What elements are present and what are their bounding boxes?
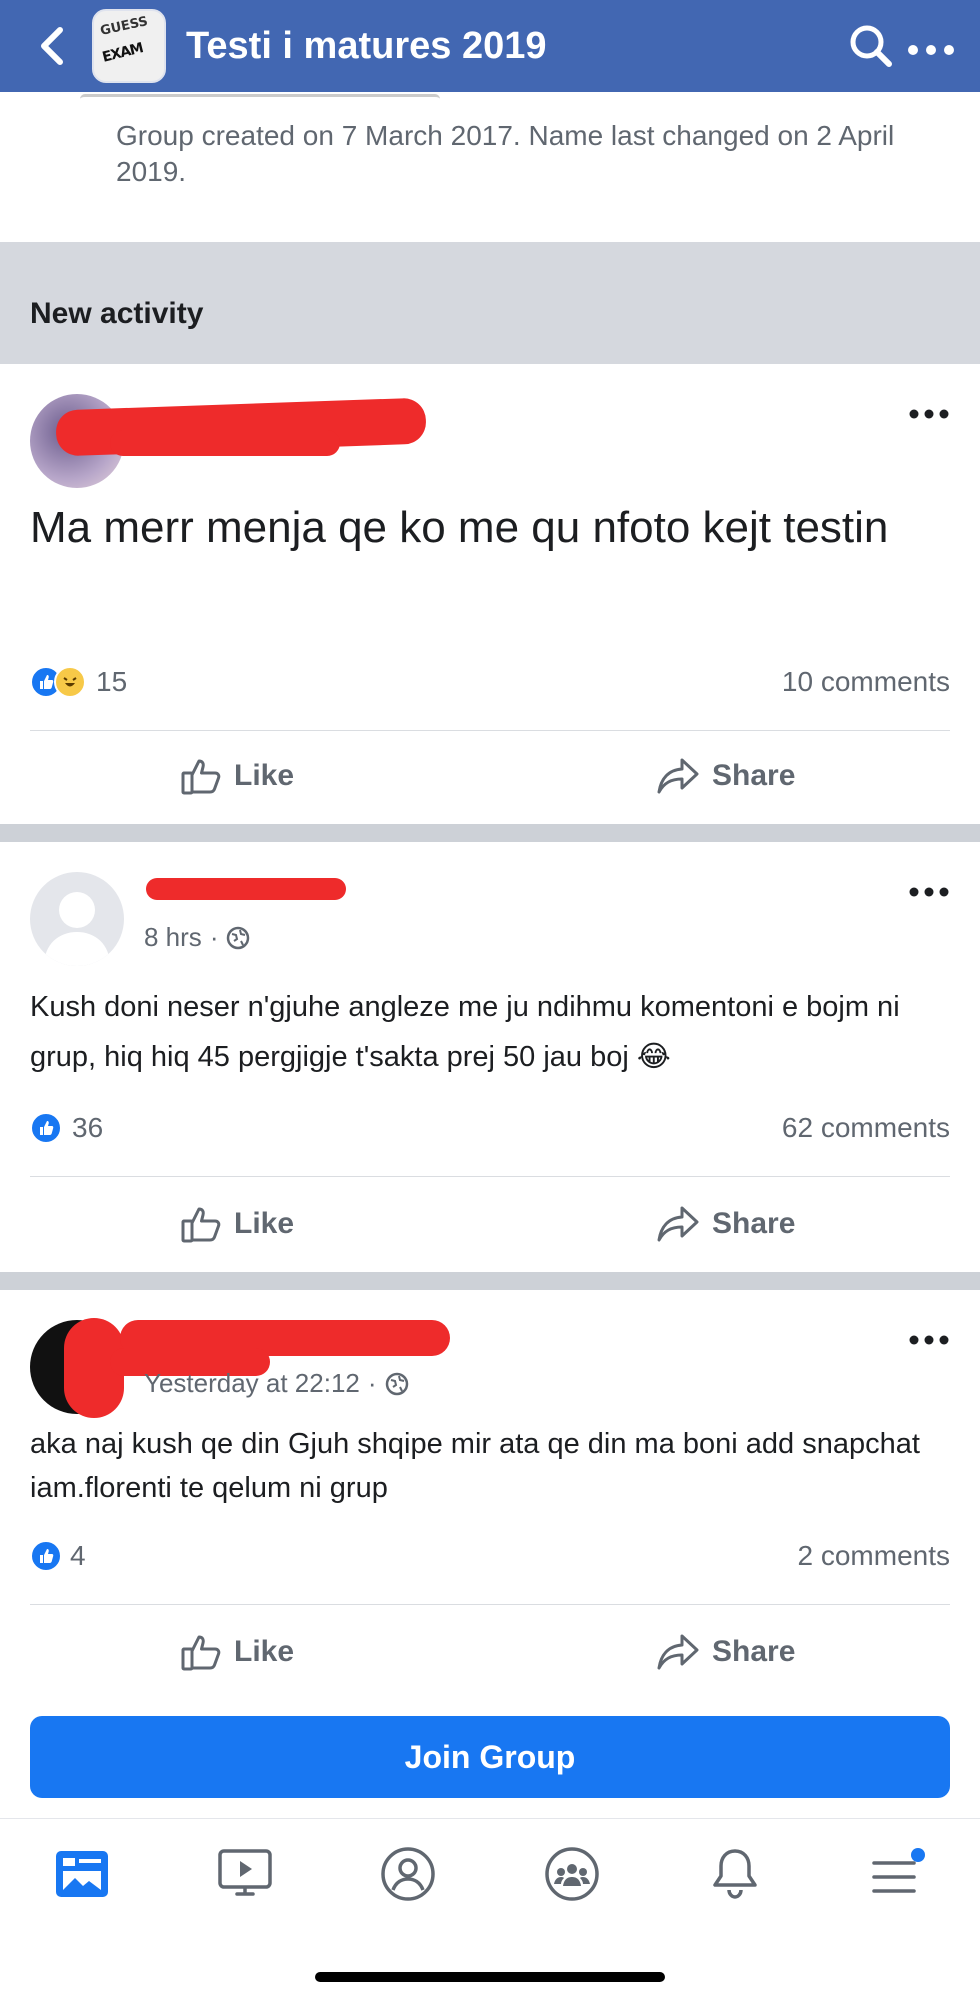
like-button[interactable]: Like: [180, 1632, 294, 1672]
thumbs-up-icon: [181, 1207, 221, 1243]
divider: [30, 730, 950, 731]
back-button[interactable]: [22, 0, 80, 92]
share-button[interactable]: Share: [656, 1204, 795, 1244]
nav-watch[interactable]: [200, 1829, 290, 1919]
divider: [30, 1604, 950, 1605]
post-time[interactable]: 8 hrs: [144, 922, 202, 953]
group-info-text: Group created on 7 March 2017. Name last…: [116, 120, 895, 187]
reaction-summary[interactable]: 4: [30, 1540, 86, 1572]
group-title[interactable]: Testi i matures 2019: [186, 25, 836, 68]
like-label: Like: [234, 1635, 295, 1668]
section-header: New activity: [0, 242, 980, 364]
nav-feed[interactable]: [37, 1829, 127, 1919]
post-options-button[interactable]: [908, 1320, 950, 1354]
nav-groups[interactable]: [527, 1829, 617, 1919]
more-icon: [909, 887, 949, 897]
like-label: Like: [234, 759, 295, 792]
nav-menu[interactable]: [853, 1829, 943, 1919]
reaction-summary[interactable]: 15: [30, 666, 127, 698]
haha-reaction-icon: [54, 666, 86, 698]
post-options-button[interactable]: [908, 394, 950, 428]
more-icon: [908, 44, 954, 55]
post-options-button[interactable]: [908, 872, 950, 906]
nav-notifications[interactable]: [690, 1829, 780, 1919]
more-icon: [909, 1335, 949, 1345]
top-bar: GUESS EXAM Testi i matures 2019: [0, 0, 980, 92]
share-label: Share: [712, 1207, 796, 1240]
group-info: Group created on 7 March 2017. Name last…: [0, 92, 980, 242]
bottom-nav: [0, 1818, 980, 1928]
reaction-count: 36: [72, 1112, 104, 1143]
thumbs-up-icon: [181, 759, 221, 795]
search-button[interactable]: [836, 0, 906, 92]
post-separator: [0, 1272, 980, 1290]
post-card: Ma merr menja qe ko me qu nfoto kejt tes…: [0, 364, 980, 824]
section-title: New activity: [30, 297, 204, 330]
post-text: Kush doni neser n'gjuhe angleze me ju nd…: [30, 991, 900, 1073]
profile-icon: [381, 1846, 436, 1901]
watch-icon: [218, 1848, 272, 1896]
share-label: Share: [712, 759, 796, 792]
like-reaction-icon: [30, 1112, 62, 1144]
nav-profile[interactable]: [363, 1829, 453, 1919]
groups-icon: [544, 1846, 599, 1901]
post-text: Ma merr menja qe ko me qu nfoto kejt tes…: [30, 503, 889, 552]
comments-count[interactable]: 10 comments: [782, 666, 950, 698]
feed-icon: [55, 1850, 108, 1897]
post-time[interactable]: Yesterday at 22:12: [144, 1368, 360, 1399]
reaction-count: 4: [70, 1540, 86, 1571]
post-text: aka naj kush qe din Gjuh shqipe mir ata …: [30, 1428, 920, 1504]
share-icon: [657, 758, 699, 794]
thumbs-up-icon: [181, 1635, 221, 1671]
cropped-text-fragment: [80, 94, 440, 104]
comments-count[interactable]: 2 comments: [798, 1540, 951, 1572]
like-label: Like: [234, 1207, 295, 1240]
notifications-icon: [713, 1848, 757, 1899]
meta-separator: ·: [209, 922, 219, 952]
share-button[interactable]: Share: [656, 1632, 795, 1672]
avatar[interactable]: [30, 872, 124, 966]
share-button[interactable]: Share: [656, 756, 795, 796]
redaction-mark: [110, 430, 340, 456]
comments-count[interactable]: 62 comments: [782, 1112, 950, 1144]
meta-separator: ·: [367, 1368, 377, 1398]
home-indicator[interactable]: [315, 1972, 665, 1982]
like-button[interactable]: Like: [180, 756, 294, 796]
like-button[interactable]: Like: [180, 1204, 294, 1244]
default-avatar-icon: [44, 892, 110, 966]
post-meta: 8 hrs ·: [144, 922, 250, 953]
group-thumbnail-text-bottom: EXAM: [100, 40, 145, 66]
post-card: 8 hrs · Kush doni neser n'gjuhe angleze …: [0, 842, 980, 1272]
menu-icon: [872, 1847, 926, 1893]
more-options-button[interactable]: [906, 28, 956, 65]
join-group-button[interactable]: Join Group: [30, 1716, 950, 1798]
redaction-mark: [146, 878, 346, 900]
chevron-left-icon: [41, 27, 63, 65]
group-thumbnail[interactable]: GUESS EXAM: [92, 9, 166, 83]
group-thumbnail-text-top: GUESS: [98, 14, 150, 39]
search-icon: [850, 25, 892, 67]
share-icon: [657, 1206, 699, 1242]
share-label: Share: [712, 1635, 796, 1668]
share-icon: [657, 1634, 699, 1670]
divider: [30, 1176, 950, 1177]
post-card: Yesterday at 22:12 · aka naj kush qe din…: [0, 1290, 980, 1696]
reaction-count: 15: [96, 666, 128, 697]
globe-icon: [385, 1372, 408, 1395]
post-meta: Yesterday at 22:12 ·: [144, 1368, 409, 1399]
globe-icon: [227, 926, 250, 949]
like-reaction-icon: [30, 1540, 62, 1572]
reaction-summary[interactable]: 36: [30, 1112, 103, 1144]
post-separator: [0, 824, 980, 842]
more-icon: [909, 409, 949, 419]
